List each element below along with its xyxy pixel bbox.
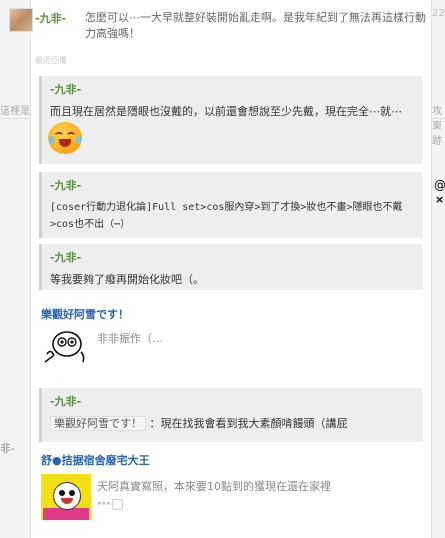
reply-author[interactable]: 舒●拮据宿舍廢宅大王 [41, 452, 150, 468]
reply-text: 天阿真實寫照，本來要10點到的獲現在還在家裡 [97, 480, 331, 493]
faint-section-label: 最近回覆 [35, 56, 67, 65]
reply-author[interactable]: 樂觀好阿雪です！ [41, 306, 129, 322]
bg-right-fragment: 攻東跡 [432, 106, 442, 147]
top-comment: -九非- 怎麼可以⋯一大早就整好裝開始亂走啊。是我年紀到了無法再這樣行動力高強嗎… [9, 8, 439, 48]
reply-text: 非非振作（… [97, 332, 163, 345]
quoted-reply: -九非- 而且現在居然是隱眼也沒戴的，以前還會想說至少先戴，現在完全⋯就⋯ [39, 76, 423, 164]
quoted-reply: -九非- 等我要夠了癈再開始化妝吧（。 [39, 244, 423, 290]
quoted-reply: -九非- [coser行動力退化論]Full set>cos服內穿>到了才換>妝… [39, 172, 423, 238]
quoted-reply: -九非- 樂觀好阿雪です！ ：現在找我會看到我大素顏啃饅頭（講屁 [39, 388, 423, 442]
quote-author[interactable]: -九非- [50, 81, 415, 97]
quote-text-body: ：現在找我會看到我大素顏啃饅頭（講屁 [149, 417, 348, 430]
quote-text: 而且現在居然是隱眼也沒戴的，以前還會想說至少先戴，現在完全⋯就⋯ [50, 105, 402, 118]
quote-text: 等我要夠了癈再開始化妝吧（。 [50, 273, 204, 286]
bg-left-fragment-2: 非- [0, 442, 15, 455]
quote-author[interactable]: -九非- [50, 393, 415, 409]
bg-divider [0, 118, 30, 119]
quote-author[interactable]: -九非- [50, 177, 415, 193]
quote-author[interactable]: -九非- [50, 249, 415, 265]
cartoon-avatar-icon [41, 474, 91, 520]
comment-author[interactable]: -九非- [35, 10, 66, 26]
bg-close-icon[interactable]: × [435, 193, 444, 206]
comment-text: 怎麼可以⋯一大早就整好裝開始亂走啊。是我年紀到了無法再這樣行動力高強嗎！ [85, 11, 426, 40]
reply-faded-text: ⋯▢ [97, 496, 125, 512]
quote-text: [coser行動力退化論]Full set>cos服內穿>到了才換>妝也不畫>隱… [50, 202, 403, 230]
avatar[interactable] [9, 8, 33, 32]
bg-right-at: @ [434, 178, 445, 192]
laughing-crying-face-icon [48, 122, 82, 154]
mention-tag[interactable]: 樂觀好阿雪です！ [50, 416, 146, 431]
reply-thread-panel: -九非- 怎麼可以⋯一大早就整好裝開始亂走啊。是我年紀到了無法再這樣行動力高強嗎… [9, 0, 432, 538]
quote-text: 樂觀好阿雪です！ ：現在找我會看到我大素顏啃饅頭（講屁 [50, 415, 415, 432]
bg-divider [430, 118, 445, 119]
cartoon-avatar-icon [44, 331, 85, 363]
